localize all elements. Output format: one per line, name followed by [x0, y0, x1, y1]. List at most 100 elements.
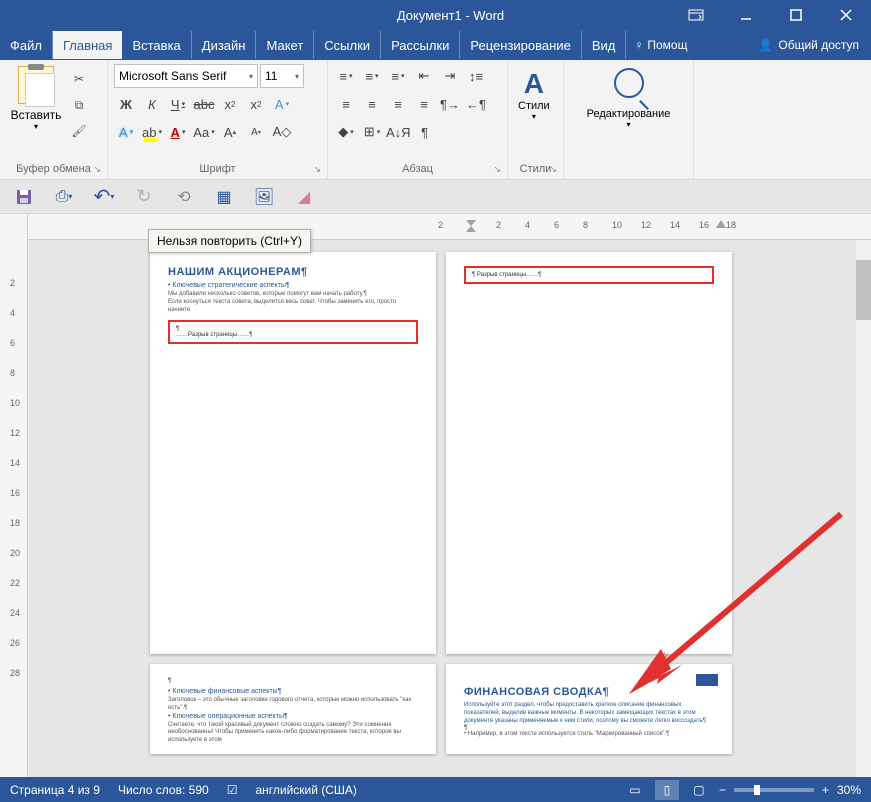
decrease-indent-button[interactable]: ⇤ — [412, 64, 436, 88]
share-button[interactable]: 👤Общий доступ — [746, 32, 871, 58]
ltr-button[interactable]: ¶→ — [438, 92, 462, 116]
page-2[interactable]: ¶ Разрыв страницы……¶ — [446, 252, 732, 654]
paragraph-label: Абзац — [402, 163, 433, 175]
font-label: Шрифт — [199, 163, 235, 175]
text-effects-button[interactable]: A▾ — [270, 92, 294, 116]
clear-formatting-button[interactable]: A◇ — [270, 120, 294, 144]
editing-label — [570, 161, 687, 177]
grow-font-button[interactable]: A▴ — [218, 120, 242, 144]
subscript-button[interactable]: x2 — [218, 92, 242, 116]
tab-references[interactable]: Ссылки — [314, 31, 381, 59]
status-words[interactable]: Число слов: 590 — [118, 783, 209, 797]
table-button[interactable]: ▦ — [210, 184, 238, 210]
align-right-button[interactable]: ≡ — [386, 92, 410, 116]
group-editing: Редактирование ▾ — [564, 60, 694, 179]
editing-button[interactable]: Редактирование ▾ — [570, 64, 687, 161]
paste-icon — [18, 66, 54, 104]
shrink-font-button[interactable]: A▾ — [244, 120, 268, 144]
status-page[interactable]: Страница 4 из 9 — [10, 783, 100, 797]
copy-icon[interactable]: ⧉ — [68, 94, 90, 116]
page-1[interactable]: НАШИМ АКЦИОНЕРАМ¶ • Ключевые стратегичес… — [150, 252, 436, 654]
page4-header-block — [696, 674, 718, 686]
shading-button[interactable]: ◆▾ — [334, 120, 358, 144]
print-layout-icon[interactable]: ▯ — [655, 780, 679, 800]
quick-print-button[interactable]: ⎙▾ — [50, 184, 78, 210]
refresh-button[interactable]: ⟲ — [170, 184, 198, 210]
align-center-button[interactable]: ≡ — [360, 92, 384, 116]
eraser-button[interactable]: ◢ — [290, 184, 318, 210]
multilevel-button[interactable]: ≡▾ — [386, 64, 410, 88]
save-button[interactable] — [10, 184, 38, 210]
group-styles: A Стили ▾ Стили↘ — [508, 60, 564, 179]
cut-icon[interactable]: ✂ — [68, 68, 90, 90]
font-name-combo[interactable]: Microsoft Sans Serif▾ — [114, 64, 258, 88]
maximize-icon[interactable] — [771, 0, 821, 30]
clipboard-launcher-icon[interactable]: ↘ — [93, 164, 101, 175]
vertical-scrollbar[interactable] — [856, 240, 871, 777]
ribbon-options-icon[interactable] — [671, 0, 721, 30]
line-spacing-button[interactable]: ↕≡ — [464, 64, 488, 88]
tab-layout[interactable]: Макет — [256, 31, 314, 59]
text-effects2-button[interactable]: A▾ — [114, 120, 138, 144]
page3-sub1: • Ключевые финансовые аспекты¶ — [168, 688, 418, 695]
web-layout-icon[interactable]: ▢ — [687, 780, 711, 800]
spellcheck-icon[interactable]: ☑ — [227, 783, 238, 797]
tab-insert[interactable]: Вставка — [122, 31, 191, 59]
group-paragraph: ≡▾ ≡▾ ≡▾ ⇤ ⇥ ↕≡ ≡ ≡ ≡ ≡ ¶→ ←¶ ◆▾ ⊞▾ A↓Я … — [328, 60, 508, 179]
tab-design[interactable]: Дизайн — [192, 31, 257, 59]
close-icon[interactable] — [821, 0, 871, 30]
paragraph-launcher-icon[interactable]: ↘ — [493, 164, 501, 175]
styles-button[interactable]: A Стили ▾ — [514, 64, 554, 161]
minimize-icon[interactable] — [721, 0, 771, 30]
page-3[interactable]: ¶ • Ключевые финансовые аспекты¶ Заголов… — [150, 664, 436, 754]
underline-button[interactable]: Ч▾ — [166, 92, 190, 116]
tab-home[interactable]: Главная — [53, 31, 122, 59]
title-bar: Документ1 - Word — [0, 0, 871, 30]
font-size-combo[interactable]: 11▾ — [260, 64, 304, 88]
group-font: Microsoft Sans Serif▾ 11▾ Ж К Ч▾ abc x2 … — [108, 60, 328, 179]
superscript-button[interactable]: x2 — [244, 92, 268, 116]
zoom-out-button[interactable]: − — [719, 783, 726, 797]
italic-button[interactable]: К — [140, 92, 164, 116]
justify-button[interactable]: ≡ — [412, 92, 436, 116]
bold-button[interactable]: Ж — [114, 92, 138, 116]
read-mode-icon[interactable]: ▭ — [623, 780, 647, 800]
rtl-button[interactable]: ←¶ — [464, 92, 488, 116]
page-4[interactable]: ФИНАНСОВАЯ СВОДКА¶ Используйте этот разд… — [446, 664, 732, 754]
bullets-button[interactable]: ≡▾ — [334, 64, 358, 88]
tab-review[interactable]: Рецензирование — [460, 31, 581, 59]
change-case-button[interactable]: Aa▾ — [192, 120, 216, 144]
document-area: 2 2 4 6 8 10 12 14 16 18 НАШИМ АКЦИОНЕРА… — [28, 214, 871, 777]
tab-view[interactable]: Вид — [582, 31, 627, 59]
zoom-in-button[interactable]: + — [822, 783, 829, 797]
tell-me[interactable]: ♀Помощ — [626, 32, 695, 58]
font-color-button[interactable]: A▾ — [166, 120, 190, 144]
redo-tooltip: Нельзя повторить (Ctrl+Y) — [148, 229, 311, 253]
page2-break-box: ¶ Разрыв страницы……¶ — [464, 266, 714, 284]
increase-indent-button[interactable]: ⇥ — [438, 64, 462, 88]
page3-sub2: • Ключевые операционные аспекты¶ — [168, 713, 418, 720]
zoom-slider[interactable] — [734, 788, 814, 792]
align-left-button[interactable]: ≡ — [334, 92, 358, 116]
borders-button[interactable]: ⊞▾ — [360, 120, 384, 144]
tab-file[interactable]: Файл — [0, 31, 53, 59]
right-indent-marker-icon[interactable] — [716, 216, 726, 226]
sort-button[interactable]: A↓Я — [386, 120, 411, 144]
strikethrough-button[interactable]: abc — [192, 92, 216, 116]
numbering-button[interactable]: ≡▾ — [360, 64, 384, 88]
format-painter-icon[interactable]: 🖌 — [68, 120, 90, 142]
redo-button[interactable]: ↻ — [130, 184, 158, 210]
tab-mailings[interactable]: Рассылки — [381, 31, 460, 59]
show-marks-button[interactable]: ¶ — [413, 120, 437, 144]
status-language[interactable]: английский (США) — [255, 783, 356, 797]
highlight-button[interactable]: ab▾ — [140, 120, 164, 144]
picture-button[interactable]: 🖼 — [250, 184, 278, 210]
font-launcher-icon[interactable]: ↘ — [313, 164, 321, 175]
undo-button[interactable]: ↶▾ — [90, 184, 118, 210]
paste-button[interactable]: Вставить ▾ — [6, 64, 66, 161]
vertical-ruler[interactable]: 2 4 6 8 10 12 14 16 18 20 22 24 26 28 — [0, 214, 28, 777]
zoom-level[interactable]: 30% — [837, 783, 861, 797]
styles-launcher-icon[interactable]: ↘ — [549, 164, 557, 175]
indent-marker-icon[interactable] — [466, 216, 476, 226]
page1-subtitle: • Ключевые стратегические аспекты¶ — [168, 282, 418, 289]
